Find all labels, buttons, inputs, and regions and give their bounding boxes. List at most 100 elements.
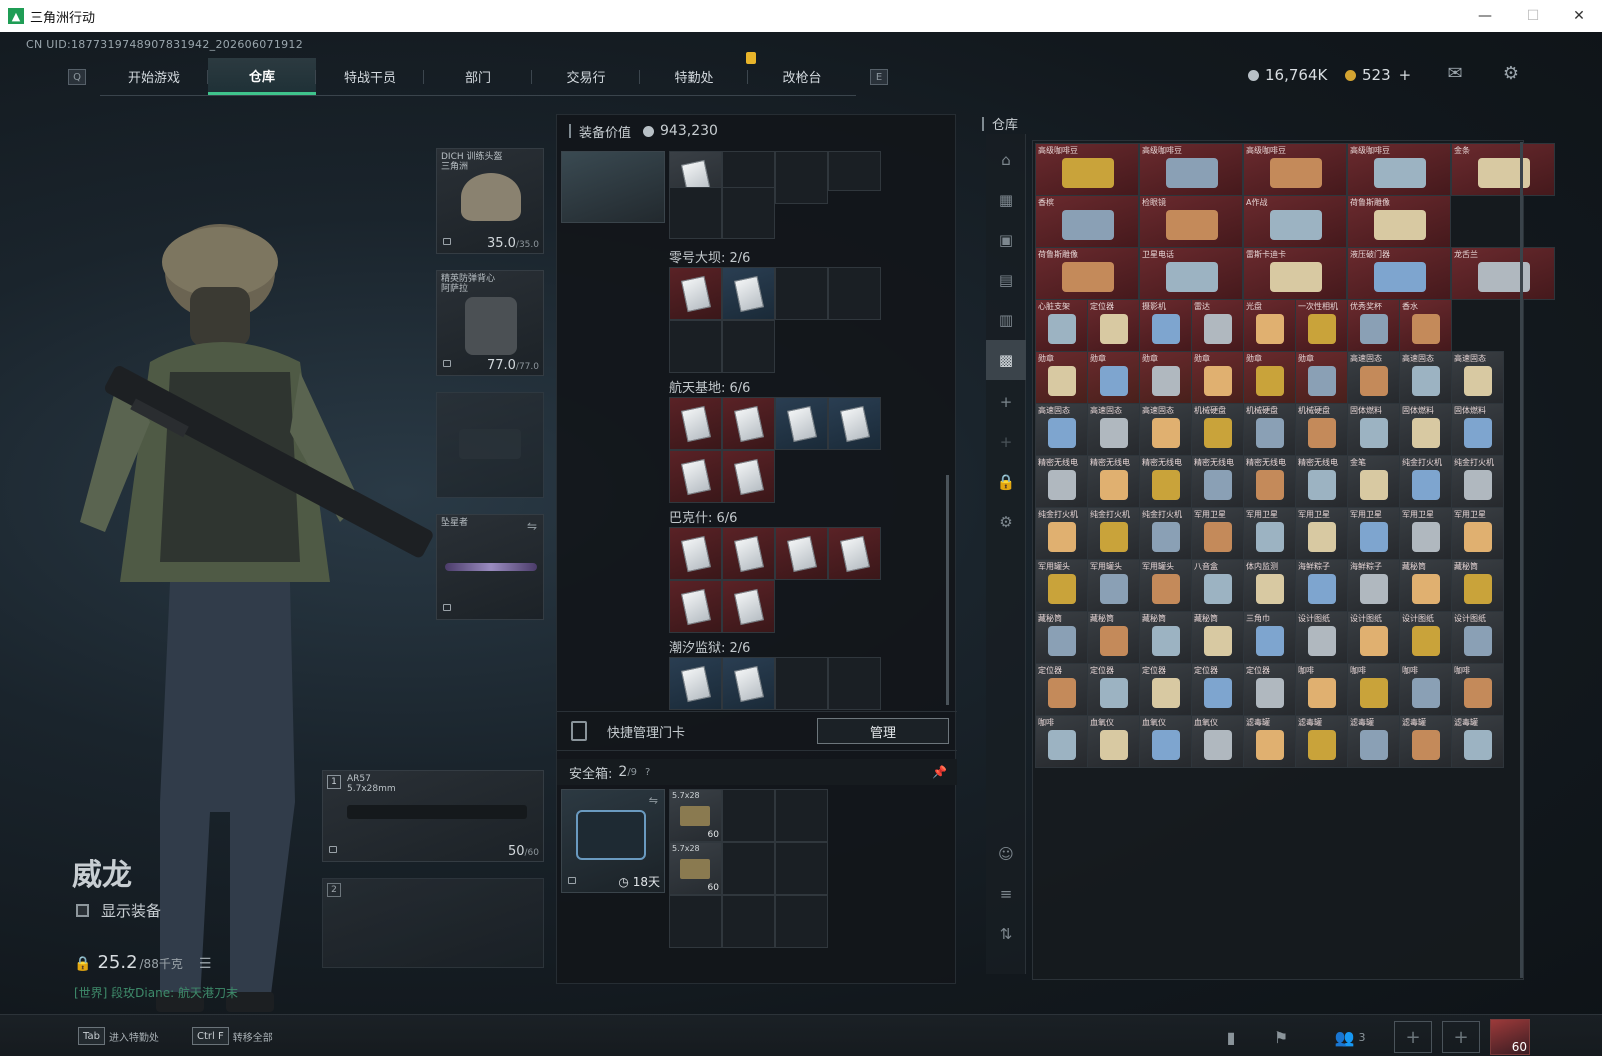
warehouse-item[interactable]: 光盘: [1243, 299, 1296, 352]
warehouse-item[interactable]: 勋章: [1035, 351, 1088, 404]
keycard-cell[interactable]: [828, 527, 881, 580]
keycard-cell[interactable]: [775, 267, 828, 320]
invite-slot-1[interactable]: +: [1394, 1021, 1432, 1053]
warehouse-item[interactable]: 咖啡: [1035, 715, 1088, 768]
safe-box-cell[interactable]: 5.7x28 60: [669, 789, 722, 842]
keycard-cell[interactable]: [669, 580, 722, 633]
keycard-cell[interactable]: [722, 527, 775, 580]
safe-box-container[interactable]: ⇋ ◷ 18天: [561, 789, 665, 893]
party-icon[interactable]: 👥 3: [1330, 1027, 1370, 1047]
safe-box-cell[interactable]: [669, 895, 722, 948]
list-icon[interactable]: ☰: [199, 956, 212, 972]
warehouse-tab-1-icon[interactable]: ▦: [994, 188, 1018, 212]
warehouse-item[interactable]: 定位器: [1191, 663, 1244, 716]
keycard-cell[interactable]: [722, 397, 775, 450]
keycard-cell[interactable]: [775, 527, 828, 580]
warehouse-item[interactable]: 纯金打火机: [1399, 455, 1452, 508]
keycard-cell[interactable]: [669, 320, 722, 373]
warehouse-item[interactable]: 精密无线电: [1243, 455, 1296, 508]
warehouse-item[interactable]: 军用罐头: [1035, 559, 1088, 612]
hint-special-ops[interactable]: Tab 进入特勤处: [78, 1027, 159, 1045]
keycard-cell[interactable]: [669, 450, 722, 503]
warehouse-scrollbar[interactable]: [1520, 142, 1523, 978]
helmet-slot[interactable]: DICH 训练头盔 三角洲 35.0/35.0: [436, 148, 544, 254]
warehouse-item[interactable]: 优秀奖杯: [1347, 299, 1400, 352]
warehouse-item[interactable]: 荷鲁斯雕像: [1035, 247, 1139, 300]
warehouse-item[interactable]: 勋章: [1139, 351, 1192, 404]
primary-weapon-slot[interactable]: 1 AR57 5.7x28mm 50/60: [322, 770, 544, 862]
pin-icon[interactable]: 📌: [932, 765, 947, 779]
warehouse-item[interactable]: 纯金打火机: [1087, 507, 1140, 560]
warehouse-item[interactable]: 藏秘筒: [1399, 559, 1452, 612]
warehouse-item[interactable]: 设计图纸: [1451, 611, 1504, 664]
warehouse-item[interactable]: 滤毒罐: [1243, 715, 1296, 768]
warehouse-item[interactable]: 金笔: [1347, 455, 1400, 508]
keycard-cell[interactable]: [669, 397, 722, 450]
warehouse-item[interactable]: 定位器: [1243, 663, 1296, 716]
stack-layers-icon[interactable]: ≡: [994, 882, 1018, 906]
keycard-cell[interactable]: [722, 187, 775, 239]
keycard-case[interactable]: [561, 151, 665, 223]
warehouse-item[interactable]: 纯金打火机: [1451, 455, 1504, 508]
warehouse-item[interactable]: 滤毒罐: [1451, 715, 1504, 768]
player-avatar[interactable]: 60: [1490, 1019, 1530, 1055]
warehouse-item[interactable]: 军用卫星: [1191, 507, 1244, 560]
warehouse-item[interactable]: 定位器: [1087, 299, 1140, 352]
melee-slot[interactable]: 坠星者 ⇋: [436, 514, 544, 620]
safe-box-cell[interactable]: [722, 895, 775, 948]
keycard-cell[interactable]: [669, 187, 722, 239]
warehouse-item[interactable]: 咖啡: [1399, 663, 1452, 716]
warehouse-item[interactable]: 设计图纸: [1399, 611, 1452, 664]
sort-person-icon[interactable]: ☺: [994, 842, 1018, 866]
safe-box-cell[interactable]: [722, 789, 775, 842]
warehouse-tab-all-icon[interactable]: ⌂: [994, 148, 1018, 172]
warehouse-item[interactable]: 咖啡: [1451, 663, 1504, 716]
settings-tab-icon[interactable]: ⚙: [994, 510, 1018, 534]
keycard-cell[interactable]: [828, 151, 881, 191]
warehouse-item[interactable]: 纯金打火机: [1139, 507, 1192, 560]
keycard-cell[interactable]: [669, 527, 722, 580]
warehouse-item[interactable]: 摄影机: [1139, 299, 1192, 352]
warehouse-item[interactable]: 机械硬盘: [1191, 403, 1244, 456]
warehouse-item[interactable]: 定位器: [1087, 663, 1140, 716]
warehouse-item[interactable]: 设计图纸: [1347, 611, 1400, 664]
keycard-cell[interactable]: [669, 267, 722, 320]
hint-transfer-all[interactable]: Ctrl F 转移全部: [192, 1027, 273, 1045]
warehouse-item[interactable]: 军用卫星: [1295, 507, 1348, 560]
keycard-cell[interactable]: [775, 397, 828, 450]
warehouse-tab-3-icon[interactable]: ▤: [994, 268, 1018, 292]
warehouse-item[interactable]: 勋章: [1191, 351, 1244, 404]
warehouse-tab-5-icon[interactable]: ▩: [986, 340, 1026, 380]
warehouse-item[interactable]: 咖啡: [1347, 663, 1400, 716]
keycard-cell[interactable]: [722, 657, 775, 710]
keycard-cell[interactable]: [828, 657, 881, 710]
tab-warehouse[interactable]: 仓库: [208, 58, 316, 95]
mail-icon[interactable]: ✉: [1444, 62, 1466, 84]
warehouse-item[interactable]: 军用卫星: [1399, 507, 1452, 560]
warehouse-item[interactable]: 高级咖啡豆: [1347, 143, 1451, 196]
warehouse-item[interactable]: 滤毒罐: [1347, 715, 1400, 768]
warehouse-item[interactable]: 香水: [1399, 299, 1452, 352]
keycard-cell[interactable]: [669, 657, 722, 710]
warehouse-item[interactable]: 设计图纸: [1295, 611, 1348, 664]
warehouse-item[interactable]: 液压破门器: [1347, 247, 1451, 300]
keycard-cell[interactable]: [828, 267, 881, 320]
safe-box-cell[interactable]: [722, 842, 775, 895]
warehouse-item[interactable]: 精密无线电: [1139, 455, 1192, 508]
warehouse-item[interactable]: 机械硬盘: [1243, 403, 1296, 456]
warehouse-item[interactable]: 定位器: [1139, 663, 1192, 716]
tab-start-game[interactable]: 开始游戏: [100, 58, 208, 95]
keycard-cell[interactable]: [775, 657, 828, 710]
show-equipment-toggle[interactable]: 显示装备: [76, 900, 161, 921]
safe-box-cell[interactable]: [775, 842, 828, 895]
warehouse-item[interactable]: 藏秘筒: [1451, 559, 1504, 612]
warehouse-item[interactable]: 固体燃料: [1451, 403, 1504, 456]
warehouse-item[interactable]: 固体燃料: [1347, 403, 1400, 456]
warehouse-item[interactable]: 定位器: [1035, 663, 1088, 716]
keycard-cell[interactable]: [722, 267, 775, 320]
warehouse-item[interactable]: 雷达: [1191, 299, 1244, 352]
warehouse-item[interactable]: 军用卫星: [1451, 507, 1504, 560]
warehouse-item[interactable]: 血氧仪: [1191, 715, 1244, 768]
warehouse-item[interactable]: 心脏支架: [1035, 299, 1088, 352]
keycard-cell[interactable]: [775, 151, 828, 204]
